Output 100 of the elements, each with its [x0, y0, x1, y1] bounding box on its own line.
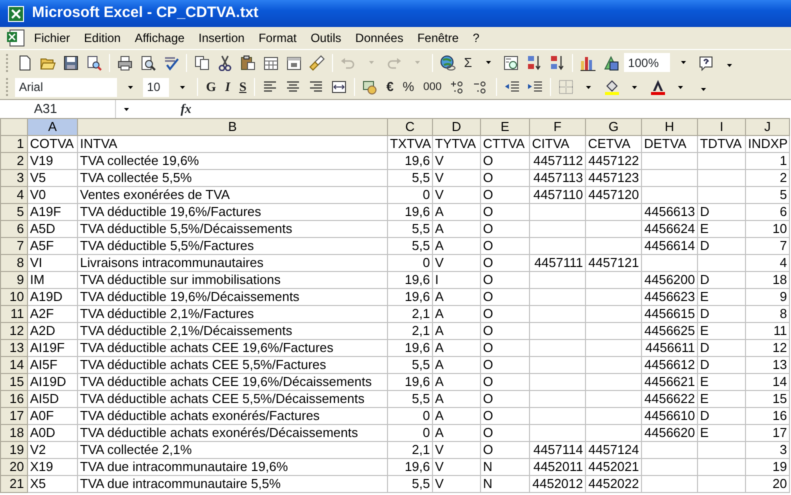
menu-item[interactable]: Outils: [304, 28, 348, 48]
globe-icon[interactable]: [440, 54, 456, 70]
cut-icon[interactable]: [217, 54, 233, 70]
spelling-check-icon[interactable]: [163, 54, 179, 70]
table-cell: TDTVA: [698, 136, 746, 152]
print-preview-icon[interactable]: [140, 54, 156, 70]
row-header[interactable]: 4: [0, 186, 28, 204]
column-header[interactable]: G: [586, 118, 642, 136]
italic-button[interactable]: I: [222, 77, 234, 97]
drawing-icon[interactable]: [603, 54, 620, 70]
row-header[interactable]: 1: [0, 136, 28, 152]
row-header[interactable]: 5: [0, 204, 28, 220]
column-header[interactable]: B: [78, 118, 388, 136]
row-header[interactable]: 14: [0, 356, 28, 374]
row-header[interactable]: 13: [0, 340, 28, 356]
menu-item[interactable]: Insertion: [192, 28, 251, 48]
table-cell: O: [480, 390, 530, 408]
zoom-field[interactable]: 100%: [624, 53, 670, 72]
table-cell: TVA due intracommunautaire 19,6%: [78, 458, 388, 476]
row-header[interactable]: 18: [0, 424, 28, 442]
menu-item[interactable]: Format: [252, 28, 303, 48]
new-document-icon[interactable]: [17, 54, 33, 70]
sort-ascending-icon[interactable]: [526, 54, 542, 70]
row-header[interactable]: 6: [0, 220, 28, 238]
table-cell: 4456612: [642, 356, 698, 374]
function-button[interactable]: fx: [166, 99, 206, 119]
row-header[interactable]: 16: [0, 390, 28, 408]
row-header[interactable]: 2: [0, 152, 28, 170]
table-cell: INTVA: [78, 136, 388, 152]
fill-color-icon[interactable]: [604, 79, 620, 95]
font-field[interactable]: Arial: [15, 78, 117, 96]
font-size-field[interactable]: 10: [143, 78, 169, 96]
workbook-icon[interactable]: [6, 28, 26, 48]
table-cell: A2D: [28, 322, 78, 340]
row-header[interactable]: 17: [0, 408, 28, 424]
row-header[interactable]: 21: [0, 476, 28, 492]
merge-center-icon[interactable]: [331, 79, 348, 95]
column-header[interactable]: E: [480, 118, 530, 136]
menu-item[interactable]: Edition: [78, 28, 127, 48]
borders-icon[interactable]: [558, 79, 574, 95]
table-cell: 4457113: [530, 170, 586, 186]
column-header[interactable]: A: [28, 118, 78, 136]
column-header[interactable]: F: [530, 118, 586, 136]
table-cell: AI5F: [28, 356, 78, 374]
print-icon[interactable]: [117, 54, 133, 70]
table-cell: 2,1: [388, 442, 432, 458]
table-cell: TVA collectée 5,5%: [78, 170, 388, 186]
row-header[interactable]: 15: [0, 374, 28, 390]
save-icon[interactable]: [63, 54, 79, 70]
document-search-icon[interactable]: [86, 54, 102, 70]
row-header[interactable]: 19: [0, 442, 28, 458]
row-header[interactable]: 11: [0, 306, 28, 322]
table-icon[interactable]: [263, 54, 279, 70]
menu-item[interactable]: Données: [349, 28, 410, 48]
table-cell: D: [698, 408, 746, 424]
row-header[interactable]: 12: [0, 322, 28, 340]
column-header[interactable]: J: [746, 118, 790, 136]
table-cell: A: [432, 374, 480, 390]
menu-item[interactable]: Affichage: [128, 28, 191, 48]
chart-icon[interactable]: [580, 54, 596, 70]
table-cell: 15: [746, 390, 790, 408]
table-cell: A: [432, 356, 480, 374]
table-cell: 4456613: [642, 204, 698, 220]
format-painter-icon[interactable]: [309, 54, 325, 70]
sort-descending-icon[interactable]: [549, 54, 566, 70]
menu-item[interactable]: ?: [466, 28, 486, 48]
table-cell: 4457111: [530, 254, 586, 272]
table-cell: A: [432, 424, 480, 442]
table-cell: 4456610: [642, 408, 698, 424]
column-header[interactable]: D: [432, 118, 480, 136]
row-header[interactable]: 7: [0, 238, 28, 254]
column-header[interactable]: I: [698, 118, 746, 136]
table-cell: X19: [28, 458, 78, 476]
autosum-button[interactable]: Σ: [461, 52, 476, 72]
row-header[interactable]: 3: [0, 170, 28, 186]
table-cell: 19,6: [388, 374, 432, 390]
menu-item[interactable]: Fenêtre: [411, 28, 465, 48]
paste-icon[interactable]: [240, 54, 256, 70]
table-cell: O: [480, 288, 530, 306]
percent-button[interactable]: %: [400, 77, 418, 97]
table-cell: D: [698, 340, 746, 356]
font-color-icon[interactable]: [650, 79, 666, 95]
euro-button[interactable]: €: [383, 77, 397, 97]
bold-button[interactable]: G: [203, 77, 220, 97]
row-header[interactable]: 10: [0, 288, 28, 306]
thousands-button[interactable]: 000: [420, 77, 445, 97]
row-header[interactable]: 9: [0, 272, 28, 288]
row-header[interactable]: 8: [0, 254, 28, 272]
table-cell: A0D: [28, 424, 78, 442]
help-icon[interactable]: [698, 54, 714, 70]
menu-item[interactable]: Fichier: [28, 28, 76, 48]
copy-icon[interactable]: [194, 54, 210, 70]
underline-button[interactable]: S: [236, 77, 250, 97]
table-cell: Ventes exonérées de TVA: [78, 186, 388, 204]
table-cell: 4: [746, 254, 790, 272]
column-header[interactable]: C: [388, 118, 432, 136]
table-cell: 4456624: [642, 220, 698, 238]
table-cell: 4456614: [642, 238, 698, 254]
column-header[interactable]: H: [642, 118, 698, 136]
row-header[interactable]: 20: [0, 458, 28, 476]
